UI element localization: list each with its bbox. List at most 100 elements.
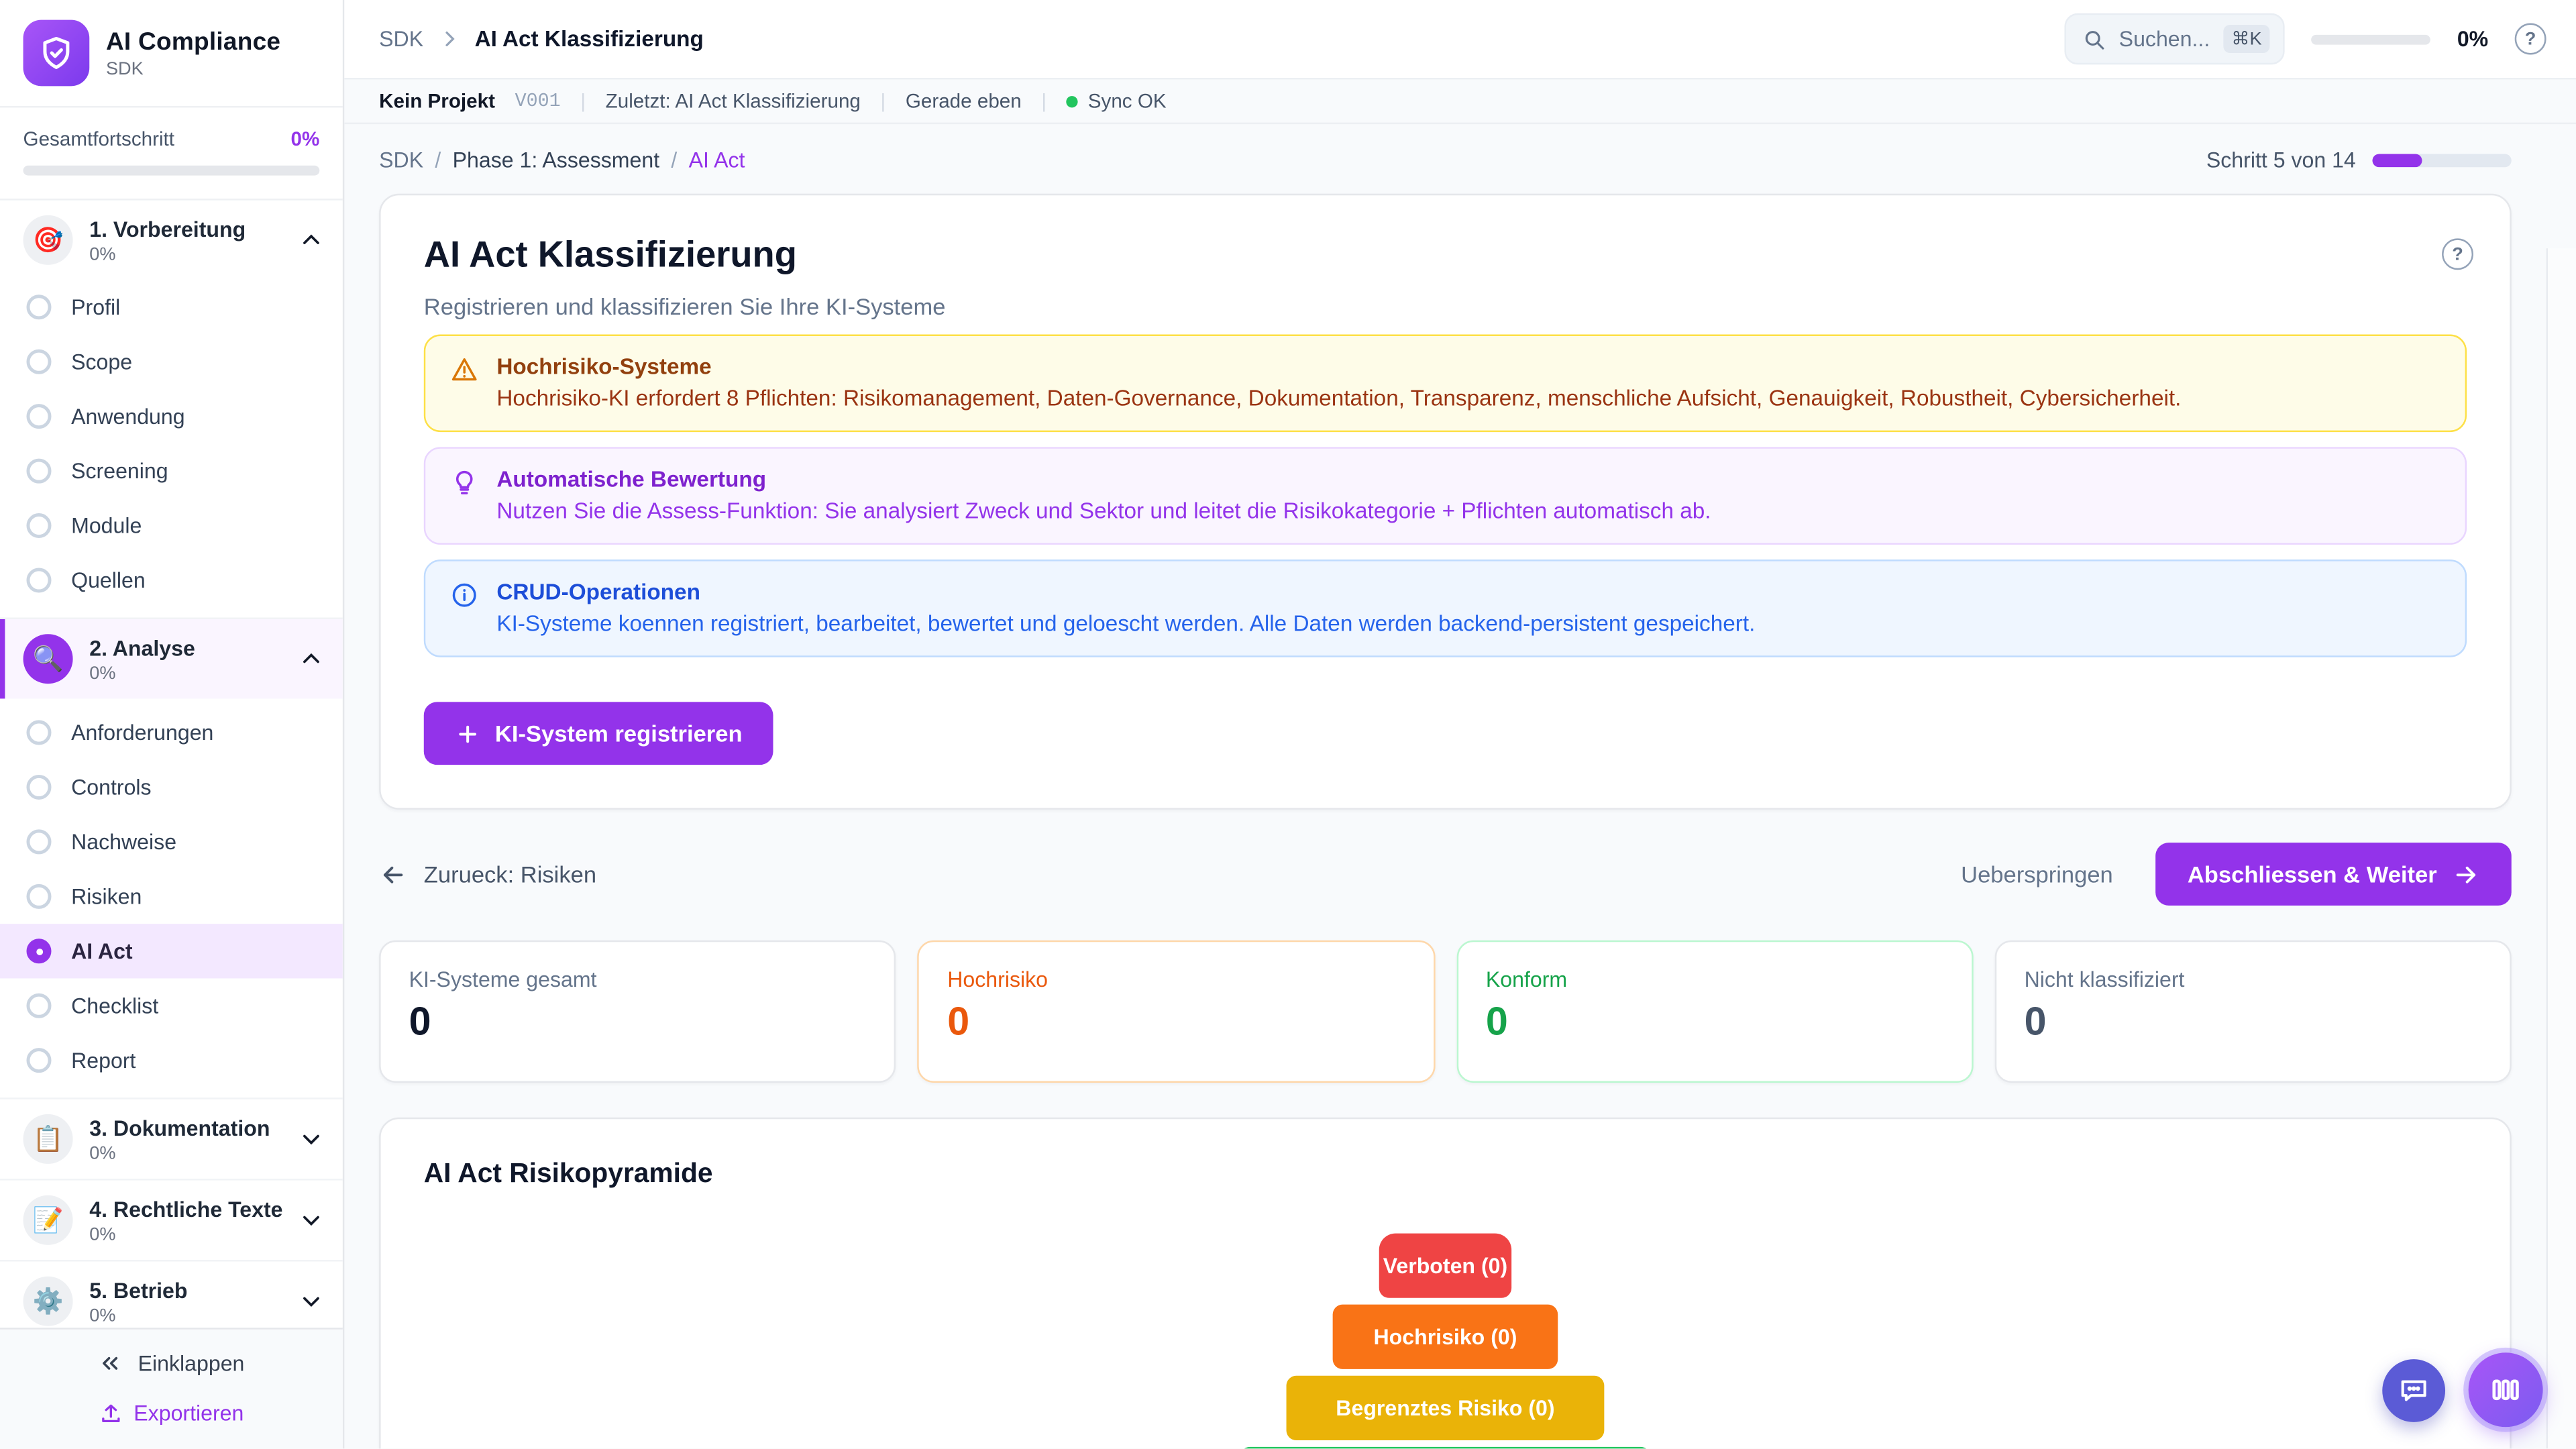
- stat-value: 0: [2025, 1000, 2482, 1046]
- wizard-nav: Zurueck: Risiken Ueberspringen Abschlies…: [379, 843, 2512, 906]
- upload-icon: [99, 1402, 122, 1426]
- stat-label: KI-Systeme gesamt: [409, 967, 867, 991]
- sidebar-item-profil[interactable]: Profil: [0, 280, 343, 334]
- sidebar-item-anwendung[interactable]: Anwendung: [0, 389, 343, 443]
- step-radio: [26, 404, 51, 429]
- page-breadcrumb-current: AI Act: [689, 148, 745, 172]
- sidebar-item-nachweise[interactable]: Nachweise: [0, 814, 343, 869]
- project-name: Kein Projekt: [379, 89, 495, 113]
- topbar-progress-value: 0%: [2457, 26, 2488, 51]
- step-label: Schritt 5 von 14: [2206, 148, 2356, 172]
- back-link[interactable]: Zurueck: Risiken: [379, 860, 596, 888]
- stat-label: Konform: [1486, 967, 1943, 991]
- step-radio: [26, 568, 51, 592]
- step-radio: [26, 994, 51, 1018]
- section-pct: 0%: [89, 1224, 283, 1244]
- stat-label: Hochrisiko: [947, 967, 1405, 991]
- step-radio: [26, 884, 51, 909]
- stat-value: 0: [409, 1000, 867, 1046]
- app-header: AI Compliance SDK: [0, 0, 343, 107]
- alert-body: Nutzen Sie die Assess-Funktion: Sie anal…: [496, 498, 1711, 523]
- nav-section-header-dokumentation[interactable]: 📋 3. Dokumentation 0%: [0, 1099, 343, 1179]
- sidebar-item-module[interactable]: Module: [0, 498, 343, 553]
- stat-hochrisiko: Hochrisiko 0: [918, 941, 1435, 1083]
- section-label: 5. Betrieb: [89, 1277, 283, 1302]
- section-pct: 0%: [89, 1305, 283, 1326]
- sidebar-item-ai-act[interactable]: AI Act: [0, 924, 343, 978]
- breadcrumb: SDK AI Act Klassifizierung: [379, 26, 2038, 51]
- info-circle-icon: [450, 581, 478, 609]
- search-shortcut-kbd: ⌘K: [2223, 25, 2270, 53]
- section-label: 3. Dokumentation: [89, 1115, 283, 1140]
- app-title-block: AI Compliance SDK: [106, 28, 280, 79]
- arrow-right-icon: [2452, 860, 2480, 888]
- register-ki-system-button[interactable]: KI-System registrieren: [424, 702, 774, 765]
- scrollbar-gutter[interactable]: [2546, 248, 2576, 1449]
- sidebar-item-controls[interactable]: Controls: [0, 760, 343, 814]
- chevron-right-icon: [438, 28, 460, 50]
- nav-section-betrieb: ⚙️ 5. Betrieb 0%: [0, 1262, 343, 1328]
- page-breadcrumb: SDK / Phase 1: Assessment / AI Act: [379, 148, 745, 172]
- chevron-down-icon: [300, 1128, 323, 1151]
- collapse-sidebar-button[interactable]: Einklappen: [98, 1352, 244, 1377]
- nav-section-header-vorbereitung[interactable]: 🎯 1. Vorbereitung 0%: [0, 201, 343, 280]
- section-label: 4. Rechtliche Texte: [89, 1196, 283, 1221]
- sidebar-item-label: Quellen: [71, 568, 146, 592]
- step-radio: [26, 775, 51, 800]
- nav-section-rechtliche-texte: 📝 4. Rechtliche Texte 0%: [0, 1181, 343, 1262]
- step-indicator: Schritt 5 von 14: [2206, 148, 2512, 172]
- overall-progress-bar: [23, 166, 320, 176]
- step-radio: [26, 1048, 51, 1073]
- sidebar-item-label: Screening: [71, 459, 168, 484]
- step-radio: [26, 513, 51, 538]
- sidebar-item-anforderungen[interactable]: Anforderungen: [0, 705, 343, 759]
- sidebar-item-scope[interactable]: Scope: [0, 335, 343, 389]
- sidebar-item-report[interactable]: Report: [0, 1033, 343, 1087]
- section-pct: 0%: [89, 663, 283, 683]
- sidebar-item-label: Scope: [71, 350, 132, 374]
- sidebar-item-label: Profil: [71, 294, 120, 319]
- export-label: Exportieren: [133, 1401, 244, 1426]
- breadcrumb-current: AI Act Klassifizierung: [475, 26, 704, 51]
- nav-section-header-betrieb[interactable]: ⚙️ 5. Betrieb 0%: [0, 1262, 343, 1328]
- step-radio: [26, 350, 51, 374]
- columns-fab-button[interactable]: [2469, 1353, 2543, 1428]
- nav-section-header-analyse[interactable]: 🔍 2. Analyse 0%: [0, 619, 343, 698]
- section-pct: 0%: [89, 1143, 283, 1163]
- export-button[interactable]: Exportieren: [99, 1401, 244, 1426]
- pyramid-level-hochrisiko: Hochrisiko (0): [1333, 1305, 1558, 1369]
- search-input[interactable]: Suchen... ⌘K: [2064, 13, 2285, 65]
- risk-pyramid-card: AI Act Risikopyramide Verboten (0) Hochr…: [379, 1118, 2512, 1449]
- section-label: 1. Vorbereitung: [89, 216, 283, 241]
- target-icon: 🎯: [23, 215, 73, 265]
- sync-ok-dot: [1067, 95, 1078, 107]
- stat-ki-systeme-gesamt: KI-Systeme gesamt 0: [379, 941, 896, 1083]
- help-icon[interactable]: ?: [2515, 23, 2546, 55]
- section-label: 2. Analyse: [89, 635, 283, 659]
- lightbulb-icon: [450, 468, 478, 496]
- breadcrumb-root[interactable]: SDK: [379, 26, 423, 51]
- pyramid-title: AI Act Risikopyramide: [424, 1159, 2467, 1191]
- page-breadcrumb-root[interactable]: SDK: [379, 148, 423, 172]
- page-breadcrumb-phase[interactable]: Phase 1: Assessment: [453, 148, 660, 172]
- sync-label: Sync OK: [1088, 89, 1167, 113]
- main-area: SDK AI Act Klassifizierung Suchen... ⌘K …: [344, 0, 2576, 1449]
- sidebar-item-screening[interactable]: Screening: [0, 443, 343, 498]
- alert-hochrisiko: Hochrisiko-Systeme Hochrisiko-KI erforde…: [424, 335, 2467, 433]
- page-subtitle: Registrieren und klassifizieren Sie Ihre…: [424, 293, 2467, 319]
- stat-label: Nicht klassifiziert: [2025, 967, 2482, 991]
- finish-next-button[interactable]: Abschliessen & Weiter: [2156, 843, 2512, 906]
- sidebar-item-checklist[interactable]: Checklist: [0, 979, 343, 1033]
- alert-automatische-bewertung: Automatische Bewertung Nutzen Sie die As…: [424, 447, 2467, 545]
- chat-fab-button[interactable]: [2382, 1359, 2445, 1422]
- register-button-label: KI-System registrieren: [495, 720, 743, 747]
- sidebar-item-risiken[interactable]: Risiken: [0, 869, 343, 924]
- shield-check-icon: [38, 35, 74, 71]
- sidebar-item-label: Anforderungen: [71, 720, 213, 745]
- app-window: AI Compliance SDK Gesamtfortschritt 0% 🎯…: [0, 0, 2576, 1449]
- skip-button[interactable]: Ueberspringen: [1961, 861, 2113, 887]
- sidebar-item-label: Anwendung: [71, 404, 184, 429]
- sidebar-item-quellen[interactable]: Quellen: [0, 553, 343, 607]
- nav-section-header-rechtliche-texte[interactable]: 📝 4. Rechtliche Texte 0%: [0, 1181, 343, 1260]
- card-help-icon[interactable]: ?: [2442, 238, 2473, 270]
